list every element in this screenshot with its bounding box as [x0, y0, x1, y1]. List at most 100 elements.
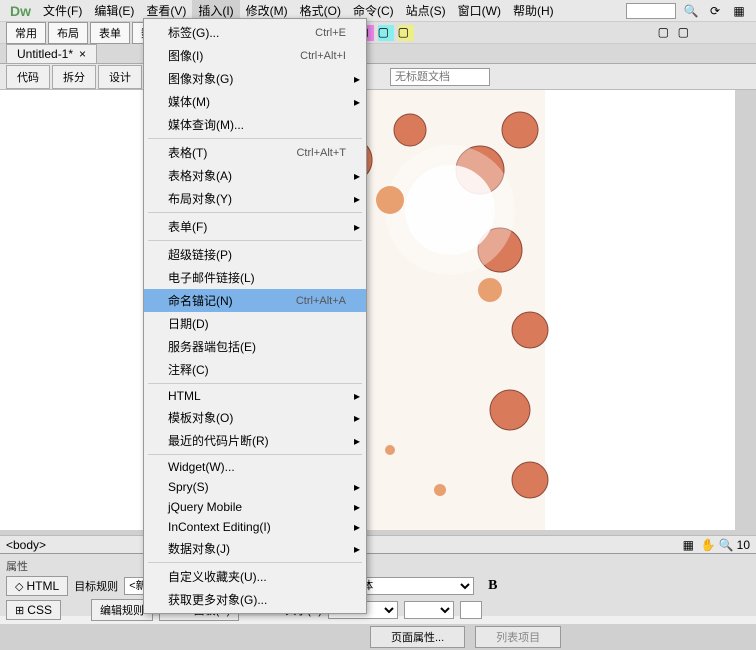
submenu-arrow-icon: ▸: [354, 389, 360, 403]
canvas-area: [0, 90, 756, 535]
menu-help[interactable]: 帮助(H): [507, 0, 560, 22]
menu-item-label: 最近的代码片断(R): [168, 432, 346, 449]
menu-item-WidgetW[interactable]: Widget(W)...: [144, 457, 366, 477]
layout-dropdown[interactable]: [626, 3, 676, 19]
submenu-arrow-icon: ▸: [354, 169, 360, 183]
menu-item-HTML[interactable]: HTML▸: [144, 386, 366, 406]
menu-item-label: 获取更多对象(G)...: [168, 591, 346, 608]
menu-item-label: 命名锚记(N): [168, 292, 296, 309]
menu-item-F[interactable]: 表单(F)▸: [144, 215, 366, 238]
bold-button[interactable]: B: [488, 578, 497, 594]
menu-item-InContextEditingI[interactable]: InContext Editing(I) ▸: [144, 517, 366, 537]
menu-item-M[interactable]: 媒体(M) ▸: [144, 90, 366, 113]
props-html-tab[interactable]: ◇ HTML: [6, 576, 68, 596]
menu-item-label: 服务器端包括(E): [168, 338, 346, 355]
menubar-right: 🔍 ⟳ ▦: [626, 3, 756, 19]
doc-tab-name: Untitled-1*: [17, 47, 73, 61]
menu-item-T[interactable]: 表格(T)Ctrl+Alt+T: [144, 141, 366, 164]
submenu-arrow-icon: ▸: [354, 192, 360, 206]
tb-icon-sep1[interactable]: ▢: [658, 25, 674, 41]
insert-dropdown-menu: 标签(G)...Ctrl+E图像(I)Ctrl+Alt+I图像对象(G)▸媒体(…: [143, 18, 367, 614]
menu-separator: [148, 138, 362, 139]
submenu-arrow-icon: ▸: [354, 480, 360, 494]
menu-item-C[interactable]: 注释(C): [144, 358, 366, 381]
menu-item-label: 媒体(M): [168, 93, 346, 110]
hand-tool-icon[interactable]: ✋: [701, 538, 715, 552]
menu-item-G[interactable]: 获取更多对象(G)...: [144, 588, 366, 611]
tb-icon-sep2[interactable]: ▢: [678, 25, 694, 41]
props-title: 属性: [6, 558, 750, 574]
menu-separator: [148, 212, 362, 213]
menu-item-R[interactable]: 最近的代码片断(R) ▸: [144, 429, 366, 452]
tb-icon-8[interactable]: ▢: [398, 25, 414, 41]
menu-item-label: Widget(W)...: [168, 460, 346, 474]
menu-item-I[interactable]: 图像(I)Ctrl+Alt+I: [144, 44, 366, 67]
tab-layout[interactable]: 布局: [48, 22, 88, 44]
status-bar: <body> ▦ ✋ 🔍 10: [0, 535, 756, 553]
app-logo: Dw: [4, 3, 37, 19]
menu-item-Y[interactable]: 布局对象(Y)▸: [144, 187, 366, 210]
menu-item-A[interactable]: 表格对象(A) ▸: [144, 164, 366, 187]
menu-item-N[interactable]: 命名锚记(N)Ctrl+Alt+A: [144, 289, 366, 312]
menu-separator: [148, 454, 362, 455]
view-split[interactable]: 拆分: [52, 65, 96, 89]
close-icon[interactable]: ×: [79, 47, 86, 61]
menu-item-label: 超级链接(P): [168, 246, 346, 263]
menu-item-D[interactable]: 日期(D): [144, 312, 366, 335]
size-unit-select[interactable]: [404, 601, 454, 619]
submenu-arrow-icon: ▸: [354, 434, 360, 448]
submenu-arrow-icon: ▸: [354, 72, 360, 86]
select-tool-icon[interactable]: ▦: [683, 538, 697, 552]
doc-tab-bar: Untitled-1* ×: [0, 44, 756, 64]
menu-item-label: 媒体查询(M)...: [168, 116, 346, 133]
doc-tab[interactable]: Untitled-1* ×: [6, 44, 97, 63]
tb-icon-7[interactable]: ▢: [378, 25, 394, 41]
menu-window[interactable]: 窗口(W): [452, 0, 507, 22]
menu-item-label: 表单(F): [168, 218, 346, 235]
document-canvas[interactable]: [0, 90, 735, 530]
view-code[interactable]: 代码: [6, 65, 50, 89]
menu-item-label: InContext Editing(I): [168, 520, 346, 534]
search-icon[interactable]: 🔍: [682, 3, 700, 19]
page-properties-button[interactable]: 页面属性...: [370, 626, 465, 648]
menu-file[interactable]: 文件(F): [37, 0, 88, 22]
menu-item-label: jQuery Mobile: [168, 500, 346, 514]
menu-item-U[interactable]: 自定义收藏夹(U)...: [144, 565, 366, 588]
sync-icon[interactable]: ⟳: [706, 3, 724, 19]
menu-item-label: 表格对象(A): [168, 167, 346, 184]
tab-forms[interactable]: 表单: [90, 22, 130, 44]
menu-item-J[interactable]: 数据对象(J)▸: [144, 537, 366, 560]
menu-item-SpryS[interactable]: Spry(S) ▸: [144, 477, 366, 497]
menu-item-P[interactable]: 超级链接(P): [144, 243, 366, 266]
zoom-tool-icon[interactable]: 🔍: [719, 538, 733, 552]
menu-item-label: 电子邮件链接(L): [168, 269, 346, 286]
menu-site[interactable]: 站点(S): [400, 0, 452, 22]
view-design[interactable]: 设计: [98, 65, 142, 89]
menu-shortcut: Ctrl+Alt+A: [296, 295, 346, 307]
title-input[interactable]: [390, 68, 490, 86]
menu-item-G[interactable]: 图像对象(G)▸: [144, 67, 366, 90]
menu-item-M[interactable]: 媒体查询(M)...: [144, 113, 366, 136]
menu-item-label: 标签(G)...: [168, 24, 315, 41]
menu-item-L[interactable]: 电子邮件链接(L): [144, 266, 366, 289]
submenu-arrow-icon: ▸: [354, 520, 360, 534]
menu-separator: [148, 562, 362, 563]
menu-item-O[interactable]: 模板对象(O)▸: [144, 406, 366, 429]
color-swatch[interactable]: [460, 601, 482, 619]
menu-item-label: Spry(S): [168, 480, 346, 494]
floral-image-right: [0, 90, 735, 530]
menu-item-label: 图像(I): [168, 47, 300, 64]
menu-shortcut: Ctrl+Alt+T: [296, 147, 346, 159]
insert-toolbar: 常用 布局 表单 数据 Spry jQ ▢ ▢ ▢ ▢ ▢ ▢ ▢ ▢ ▢ ▢: [0, 22, 756, 44]
menu-edit[interactable]: 编辑(E): [88, 0, 140, 22]
submenu-arrow-icon: ▸: [354, 95, 360, 109]
tag-path[interactable]: <body>: [6, 538, 46, 552]
submenu-arrow-icon: ▸: [354, 542, 360, 556]
menu-item-G[interactable]: 标签(G)...Ctrl+E: [144, 21, 366, 44]
menu-item-E[interactable]: 服务器端包括(E): [144, 335, 366, 358]
menu-item-label: 日期(D): [168, 315, 346, 332]
tab-common[interactable]: 常用: [6, 22, 46, 44]
grid-icon[interactable]: ▦: [730, 3, 748, 19]
menu-item-jQueryMobile[interactable]: jQuery Mobile▸: [144, 497, 366, 517]
props-css-tab[interactable]: ⊞ CSS: [6, 600, 61, 620]
